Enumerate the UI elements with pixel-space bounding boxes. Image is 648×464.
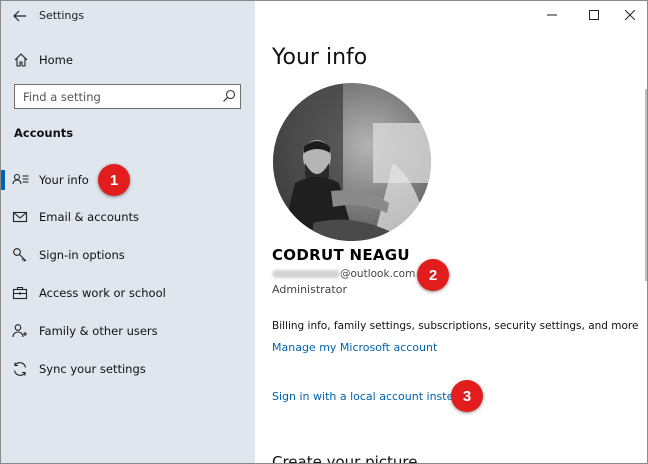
annotation-badge-2: 2 bbox=[417, 259, 449, 291]
close-icon bbox=[625, 10, 635, 20]
sidebar: Settings Home Accounts Your info bbox=[1, 1, 255, 463]
app-title: Settings bbox=[39, 9, 85, 22]
home-label: Home bbox=[39, 53, 73, 67]
create-picture-heading: Create your picture bbox=[272, 453, 418, 464]
home-icon bbox=[14, 53, 28, 67]
blurred-email-username bbox=[272, 270, 340, 278]
maximize-button[interactable] bbox=[575, 1, 613, 29]
sidebar-item-label: Access work or school bbox=[39, 286, 166, 300]
sign-in-local-account-link[interactable]: Sign in with a local account instead bbox=[272, 390, 467, 403]
sidebar-item-sign-in-options[interactable]: Sign-in options bbox=[1, 239, 255, 271]
close-button[interactable] bbox=[611, 1, 647, 29]
search-input[interactable] bbox=[15, 85, 215, 108]
sidebar-item-email-accounts[interactable]: Email & accounts bbox=[1, 201, 255, 233]
key-icon bbox=[13, 248, 27, 262]
sidebar-item-family-other-users[interactable]: Family & other users bbox=[1, 315, 255, 347]
email-address: @outlook.com bbox=[272, 267, 415, 281]
title-bar: Settings bbox=[1, 1, 255, 31]
minimize-button[interactable] bbox=[533, 1, 571, 29]
maximize-icon bbox=[589, 10, 599, 20]
sync-icon bbox=[13, 362, 27, 376]
back-button[interactable] bbox=[7, 5, 33, 27]
briefcase-icon bbox=[12, 286, 28, 300]
profile-photo-icon bbox=[273, 83, 431, 241]
main-content: Your info CODRUT NEAGU @outlook.com Admi… bbox=[255, 1, 647, 464]
billing-info-text: Billing info, family settings, subscript… bbox=[272, 320, 639, 332]
account-role: Administrator bbox=[272, 283, 347, 296]
email-domain: @outlook.com bbox=[340, 268, 416, 280]
home-nav-item[interactable]: Home bbox=[1, 47, 255, 73]
envelope-icon bbox=[12, 211, 28, 223]
annotation-badge-1: 1 bbox=[98, 164, 130, 196]
sidebar-item-label: Family & other users bbox=[39, 324, 158, 338]
settings-window: Settings Home Accounts Your info bbox=[0, 0, 648, 464]
person-plus-icon bbox=[12, 324, 27, 338]
annotation-badge-3: 3 bbox=[451, 380, 483, 412]
minimize-icon bbox=[547, 14, 557, 16]
sidebar-item-label: Sync your settings bbox=[39, 362, 146, 376]
sidebar-item-label: Sign-in options bbox=[39, 248, 125, 262]
page-title: Your info bbox=[272, 45, 368, 70]
search-box[interactable] bbox=[14, 84, 241, 109]
person-card-icon bbox=[12, 173, 29, 185]
sidebar-item-label: Your info bbox=[39, 173, 89, 187]
user-name: CODRUT NEAGU bbox=[272, 246, 410, 264]
selection-indicator bbox=[1, 170, 5, 190]
search-icon[interactable] bbox=[222, 89, 236, 103]
scrollbar[interactable] bbox=[645, 89, 647, 281]
sidebar-item-sync-settings[interactable]: Sync your settings bbox=[1, 353, 255, 385]
sidebar-item-access-work-school[interactable]: Access work or school bbox=[1, 277, 255, 309]
sidebar-item-label: Email & accounts bbox=[39, 210, 139, 224]
section-title: Accounts bbox=[14, 126, 74, 140]
manage-microsoft-account-link[interactable]: Manage my Microsoft account bbox=[272, 341, 437, 354]
back-arrow-icon bbox=[13, 10, 26, 22]
profile-picture[interactable] bbox=[273, 83, 431, 241]
